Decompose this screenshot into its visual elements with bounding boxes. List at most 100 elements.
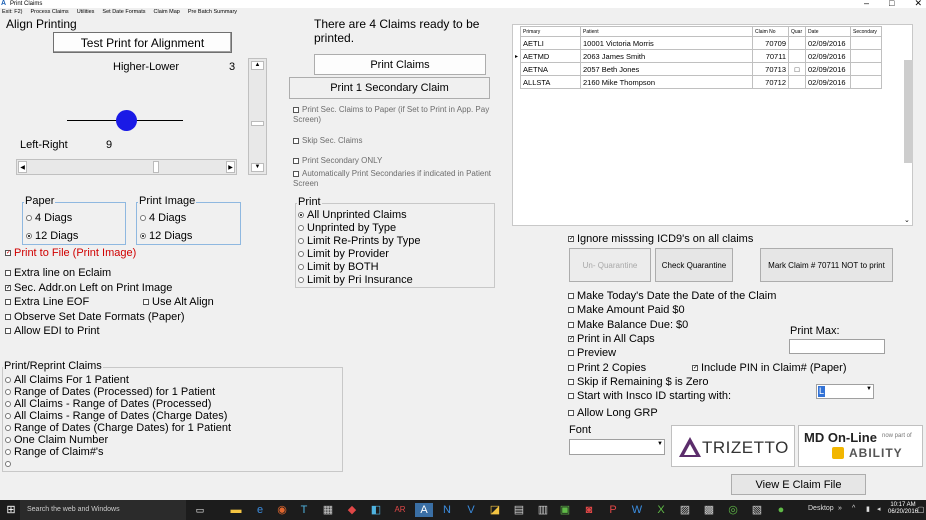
include-pin-checkbox[interactable]: ✓ Include PIN in Claim# (Paper)	[692, 362, 847, 374]
test-print-button[interactable]: Test Print for Alignment	[53, 32, 232, 53]
checkbox-icon[interactable]	[568, 307, 574, 314]
radio-icon[interactable]	[5, 413, 11, 420]
radio-icon[interactable]	[26, 215, 32, 222]
clock[interactable]: 10:17 AM 06/20/2016	[888, 502, 918, 516]
menu-set-date-formats[interactable]: Set Date Formats	[102, 8, 145, 17]
app-p-icon[interactable]: P	[606, 503, 620, 517]
extra-eof-checkbox[interactable]: Extra Line EOF	[5, 296, 89, 308]
radio-selected-icon[interactable]	[298, 212, 304, 219]
radio-icon[interactable]	[298, 225, 304, 232]
allow-edi-checkbox[interactable]: Allow EDI to Print	[5, 325, 100, 337]
radio-icon[interactable]	[5, 401, 11, 408]
extra-line-checkbox[interactable]: Extra line on Eclaim	[5, 267, 111, 279]
view-eclaim-button[interactable]: View E Claim File	[731, 474, 866, 495]
reprint-option[interactable]: All Claims - Range of Dates (Processed)	[5, 398, 211, 410]
preview-checkbox[interactable]: Preview	[568, 347, 616, 359]
radio-icon[interactable]	[298, 264, 304, 271]
checkbox-icon[interactable]	[568, 322, 574, 329]
checkbox-icon[interactable]	[5, 299, 11, 306]
app-v-icon[interactable]: V	[464, 503, 478, 517]
app-icon-11[interactable]: ▨	[678, 503, 692, 517]
checkbox-checked-icon[interactable]: ✓	[692, 365, 698, 372]
menu-claim-map[interactable]: Claim Map	[154, 8, 180, 17]
checkbox-checked-icon[interactable]: ✓	[5, 285, 11, 292]
checkbox-icon[interactable]	[568, 365, 574, 372]
un-quarantine-button[interactable]: Un- Quarantine	[569, 248, 651, 282]
firefox-icon[interactable]: ◉	[275, 503, 289, 517]
app-icon-10[interactable]: ◙	[582, 503, 596, 517]
edge-icon[interactable]: e	[253, 503, 267, 517]
chevron-down-icon[interactable]: ▼	[866, 386, 872, 392]
chrome-icon[interactable]: ◎	[726, 503, 740, 517]
scroll-h-thumb[interactable]	[153, 161, 159, 173]
network-icon[interactable]: ▮	[866, 505, 870, 513]
reprint-option[interactable]: All Claims For 1 Patient	[5, 374, 129, 386]
col-date[interactable]: Date	[805, 26, 852, 37]
radio-selected-icon[interactable]	[140, 233, 146, 240]
todays-date-checkbox[interactable]: Make Today's Date the Date of the Claim	[568, 290, 776, 302]
radio-icon[interactable]	[5, 389, 11, 396]
mark-claim-button[interactable]: Mark Claim # 70711 NOT to print	[760, 248, 893, 282]
reprint-option[interactable]: Range of Dates (Charge Dates) for 1 Pati…	[5, 422, 231, 434]
reprint-option[interactable]: Range of Dates (Processed) for 1 Patient	[5, 386, 215, 398]
tray-chevron-icon[interactable]: »	[838, 505, 842, 512]
app-icon-3[interactable]: ◆	[345, 503, 359, 517]
quarantine-checkbox[interactable]: □	[788, 62, 807, 76]
app-icon-6[interactable]: ◪	[488, 503, 502, 517]
radio-selected-icon[interactable]	[26, 233, 32, 240]
checkbox-icon[interactable]	[293, 157, 299, 164]
checkbox-icon[interactable]	[293, 137, 299, 144]
skip-sec-checkbox[interactable]: Skip Sec. Claims	[293, 136, 362, 145]
menu-process-claims[interactable]: Process Claims	[30, 8, 68, 17]
menu-exit[interactable]: Exit: F2)	[2, 8, 22, 17]
radio-icon[interactable]	[298, 251, 304, 258]
checkbox-icon[interactable]	[5, 328, 11, 335]
print-image-12-diags[interactable]: 12 Diags	[140, 230, 192, 242]
checkbox-icon[interactable]	[5, 314, 11, 321]
grid-scroll-down-icon[interactable]: ⌄	[904, 216, 910, 224]
close-button[interactable]: ✕	[914, 0, 922, 8]
checkbox-icon[interactable]	[293, 106, 299, 113]
print-image-4-diags[interactable]: 4 Diags	[140, 212, 186, 224]
checkbox-icon[interactable]	[143, 299, 149, 306]
scroll-down-icon[interactable]: ▼	[251, 163, 264, 172]
scroll-right-icon[interactable]: ▶	[226, 161, 235, 173]
checkbox-checked-icon[interactable]: ✓	[5, 250, 11, 257]
radio-icon[interactable]	[298, 277, 304, 284]
volume-icon[interactable]: ◂	[877, 505, 881, 513]
print-secondary-button[interactable]: Print 1 Secondary Claim	[289, 77, 490, 99]
table-row[interactable]: ▸ AETMD 2063 James Smith 70711 02/09/201…	[513, 49, 883, 63]
radio-icon[interactable]	[298, 238, 304, 245]
scroll-thumb[interactable]	[251, 121, 264, 126]
paper-12-diags[interactable]: 12 Diags	[26, 230, 78, 242]
print-filter-option[interactable]: Limit by Provider	[298, 248, 389, 260]
table-row[interactable]: ALLSTA 2160 Mike Thompson 70712 02/09/20…	[513, 75, 883, 89]
print-2-copies-checkbox[interactable]: Print 2 Copies	[568, 362, 646, 374]
higher-lower-scrollbar[interactable]: ▲ ▼	[248, 58, 267, 175]
app-icon-2[interactable]: ▦	[321, 503, 335, 517]
menu-utilities[interactable]: Utilities	[77, 8, 95, 17]
word-icon[interactable]: W	[630, 503, 644, 517]
checkbox-icon[interactable]	[5, 270, 11, 277]
print-claims-button[interactable]: Print Claims	[314, 54, 486, 75]
checkbox-icon[interactable]	[568, 393, 574, 400]
auto-print-sec-checkbox[interactable]: Automatically Print Secondaries if indic…	[293, 169, 498, 189]
chevron-down-icon[interactable]: ▼	[657, 441, 663, 447]
all-caps-checkbox[interactable]: ✓ Print in All Caps	[568, 333, 655, 345]
checkbox-checked-icon[interactable]: ✓	[568, 336, 574, 343]
left-right-scrollbar[interactable]: ◀ ▶	[16, 159, 237, 175]
observe-date-checkbox[interactable]: Observe Set Date Formats (Paper)	[5, 311, 185, 323]
amount-paid-checkbox[interactable]: Make Amount Paid $0	[568, 304, 685, 316]
search-box[interactable]: Search the web and Windows	[20, 500, 186, 520]
skip-remaining-checkbox[interactable]: Skip if Remaining $ is Zero	[568, 376, 708, 388]
col-secondary[interactable]: Secondary	[850, 26, 883, 37]
desktop-toolbar[interactable]: Desktop	[808, 505, 834, 512]
checkbox-icon[interactable]	[293, 170, 299, 177]
print-sec-paper-checkbox[interactable]: Print Sec. Claims to Paper (if Set to Pr…	[293, 105, 498, 125]
app-t-icon[interactable]: T	[297, 503, 311, 517]
radio-icon[interactable]	[5, 461, 11, 468]
app-icon-14[interactable]: ●	[774, 503, 788, 517]
check-quarantine-button[interactable]: Check Quarantine	[655, 248, 733, 282]
trizetto-logo[interactable]: TRIZETTO	[671, 425, 795, 467]
print-filter-option[interactable]: Limit by BOTH	[298, 261, 379, 273]
